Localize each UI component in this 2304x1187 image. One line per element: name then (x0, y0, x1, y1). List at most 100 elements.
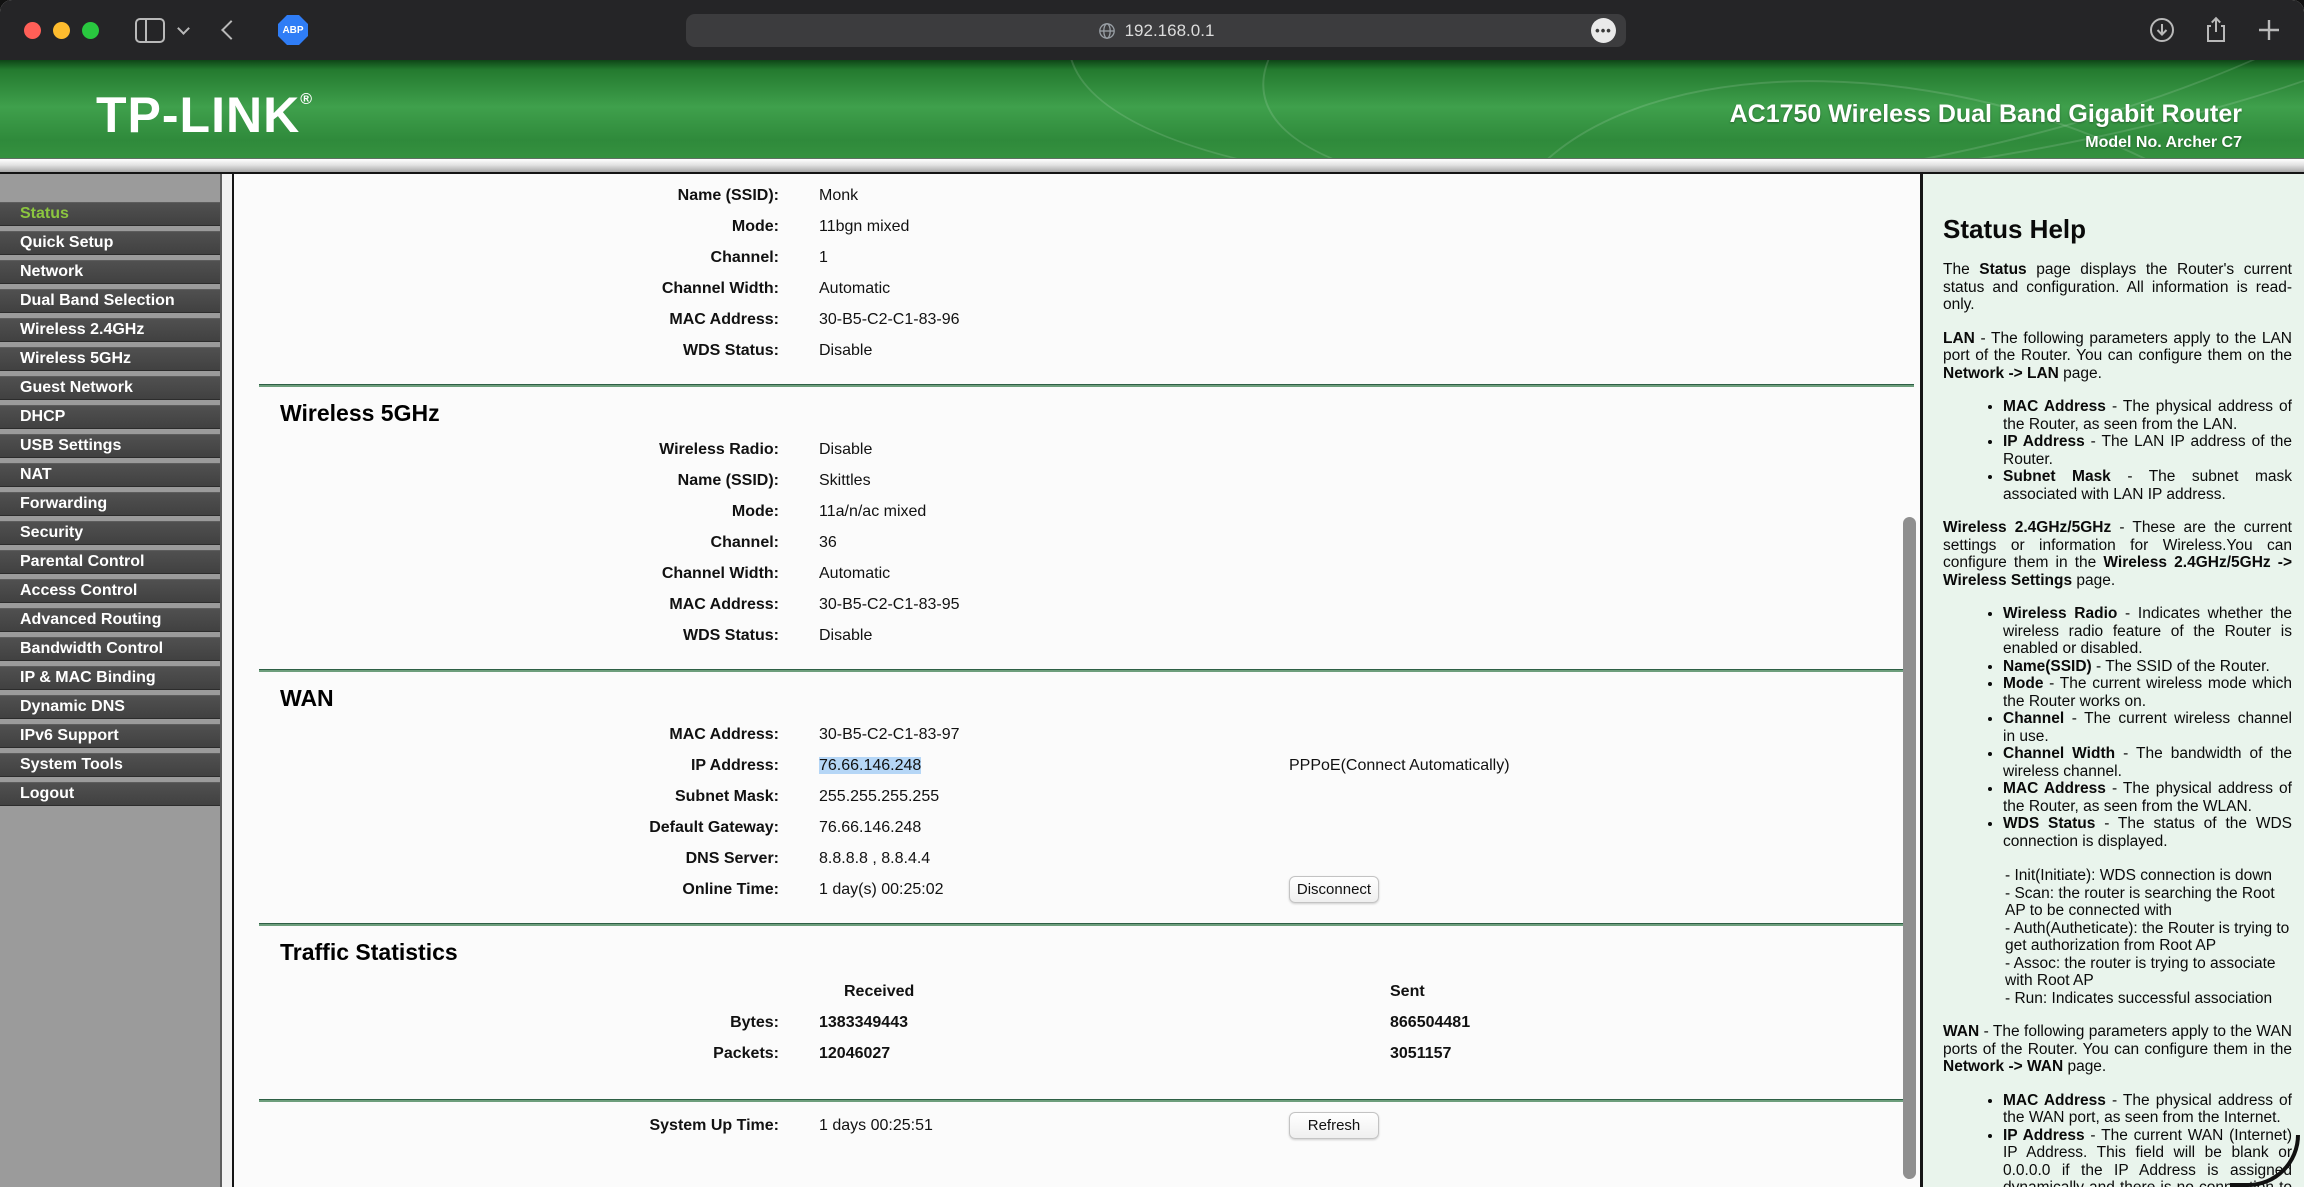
sidebar-item-system-tools[interactable]: System Tools (0, 753, 220, 777)
sidebar-item-usb-settings[interactable]: USB Settings (0, 434, 220, 458)
sidebar-divider (220, 174, 234, 1187)
help-wds-states: - Init(Initiate): WDS connection is down… (2005, 867, 2292, 1007)
help-bullet-item: Name(SSID) - The SSID of the Router. (2003, 658, 2292, 676)
traffic-received-value: 12046027 (819, 1045, 1289, 1063)
back-button[interactable] (221, 20, 241, 40)
sidebar-item-ip-mac-binding[interactable]: IP & MAC Binding (0, 666, 220, 690)
sidebar-item-dynamic-dns[interactable]: Dynamic DNS (0, 695, 220, 719)
row-value: 30-B5-C2-C1-83-97 (819, 726, 1289, 744)
sidebar-item-label: Dual Band Selection (20, 292, 175, 310)
row-value: 255.255.255.255 (819, 788, 1289, 806)
sidebar-item-quick-setup[interactable]: Quick Setup (0, 231, 220, 255)
sidebar-item-bandwidth-control[interactable]: Bandwidth Control (0, 637, 220, 661)
help-bullet-item: Channel - The current wireless channel i… (2003, 710, 2292, 745)
section-heading-wan: WAN (280, 685, 1920, 712)
sidebar-item-forwarding[interactable]: Forwarding (0, 492, 220, 516)
sidebar-item-label: Advanced Routing (20, 611, 161, 629)
help-content: The Status page displays the Router's cu… (1943, 261, 2292, 1187)
sidebar-item-security[interactable]: Security (0, 521, 220, 545)
status-row: Mode: 11a/n/ac mixed (234, 496, 1920, 527)
status-row: IP Address:76.66.146.248PPPoE(Connect Au… (234, 750, 1920, 781)
row-label: Channel: (234, 249, 779, 267)
row-label: Default Gateway: (234, 819, 779, 837)
sidebar-toggle-icon[interactable] (135, 18, 165, 43)
section-separator (259, 1099, 1914, 1102)
value-text: 30-B5-C2-C1-83-95 (819, 596, 960, 613)
page-settings-button[interactable]: ••• (1591, 18, 1616, 43)
browser-window: ABP 192.168.0.1 ••• (0, 0, 2304, 1187)
row-label: Wireless Radio: (234, 441, 779, 459)
status-row: Online Time: 1 day(s) 00:25:02 Disconnect (234, 874, 1920, 905)
sidebar-item-network[interactable]: Network (0, 260, 220, 284)
row-label: Name (SSID): (234, 187, 779, 205)
sidebar-item-guest-network[interactable]: Guest Network (0, 376, 220, 400)
sidebar-item-wireless-5ghz[interactable]: Wireless 5GHz (0, 347, 220, 371)
status-row: DNS Server:8.8.8.8 , 8.8.4.4 (234, 843, 1920, 874)
zoom-window-button[interactable] (82, 22, 99, 39)
row-value: 76.66.146.248 (819, 819, 1289, 837)
value-text: 11a/n/ac mixed (819, 503, 926, 520)
sidebar-item-advanced-routing[interactable]: Advanced Routing (0, 608, 220, 632)
chevron-down-icon[interactable] (177, 22, 190, 35)
help-paragraph: The Status page displays the Router's cu… (1943, 261, 2292, 314)
status-row: Subnet Mask:255.255.255.255 (234, 781, 1920, 812)
sidebar-item-label: Quick Setup (20, 234, 113, 252)
vertical-scrollbar[interactable] (1903, 517, 1916, 1179)
sidebar-item-dual-band-selection[interactable]: Dual Band Selection (0, 289, 220, 313)
row-value: Disable (819, 441, 1289, 459)
value-text: 255.255.255.255 (819, 788, 939, 805)
section-separator (259, 384, 1914, 387)
sidebar-item-label: NAT (20, 466, 52, 484)
sidebar-item-label: Guest Network (20, 379, 133, 397)
row-label: WDS Status: (234, 627, 779, 645)
status-row: Name (SSID):Skittles (234, 465, 1920, 496)
sidebar-item-parental-control[interactable]: Parental Control (0, 550, 220, 574)
value-text: 36 (819, 534, 837, 551)
section-heading-traffic-statistics: Traffic Statistics (280, 939, 1920, 966)
row-value: 11a/n/ac mixed (819, 503, 1289, 521)
row-value: 30-B5-C2-C1-83-96 (819, 311, 1289, 329)
sidebar-item-status[interactable]: Status (0, 202, 220, 226)
row-label: MAC Address: (234, 311, 779, 329)
value-text: Automatic (819, 280, 890, 297)
status-row: Channel Width: Automatic (234, 273, 1920, 304)
value-text: 30-B5-C2-C1-83-96 (819, 311, 960, 328)
row-label: Online Time: (234, 881, 779, 899)
row-label: System Up Time: (234, 1117, 779, 1135)
row-label: Mode: (234, 218, 779, 236)
value-text: 76.66.146.248 (819, 819, 921, 836)
adblock-icon[interactable]: ABP (278, 15, 308, 45)
sidebar-item-ipv6-support[interactable]: IPv6 Support (0, 724, 220, 748)
traffic-col-sent: Sent (1289, 983, 1920, 1001)
disconnect-button[interactable]: Disconnect (1289, 876, 1379, 903)
downloads-button[interactable] (2148, 16, 2176, 44)
sidebar-item-label: Logout (20, 785, 74, 803)
sidebar-item-wireless-2-4ghz[interactable]: Wireless 2.4GHz (0, 318, 220, 342)
status-row: WDS Status:Disable (234, 620, 1920, 651)
minimize-window-button[interactable] (53, 22, 70, 39)
sidebar-item-access-control[interactable]: Access Control (0, 579, 220, 603)
row-value: 1 days 00:25:51 (819, 1117, 1289, 1135)
help-bullet-list: MAC Address - The physical address of th… (1943, 398, 2292, 503)
sidebar-item-nat[interactable]: NAT (0, 463, 220, 487)
status-row: MAC Address:30-B5-C2-C1-83-97 (234, 719, 1920, 750)
sidebar-item-label: Bandwidth Control (20, 640, 163, 658)
sidebar-item-logout[interactable]: Logout (0, 782, 220, 806)
help-wds-state-line: - Assoc: the router is trying to associa… (2005, 955, 2292, 990)
help-bullet-item: Mode - The current wireless mode which t… (2003, 675, 2292, 710)
row-label: Channel: (234, 534, 779, 552)
row-label: Channel Width: (234, 280, 779, 298)
address-bar[interactable]: 192.168.0.1 ••• (686, 14, 1626, 47)
row-value: 1 day(s) 00:25:02 (819, 881, 1289, 899)
row-label: Mode: (234, 503, 779, 521)
close-window-button[interactable] (24, 22, 41, 39)
value-text: 1 day(s) 00:25:02 (819, 881, 944, 898)
refresh-button[interactable]: Refresh (1289, 1112, 1379, 1139)
share-icon[interactable] (2202, 16, 2230, 44)
tplink-logo: TP-LINK® (96, 86, 313, 144)
row-label: Channel Width: (234, 565, 779, 583)
new-tab-button[interactable] (2256, 17, 2282, 43)
status-row: Mode:11bgn mixed (234, 211, 1920, 242)
row-value: Skittles (819, 472, 1289, 490)
sidebar-item-dhcp[interactable]: DHCP (0, 405, 220, 429)
